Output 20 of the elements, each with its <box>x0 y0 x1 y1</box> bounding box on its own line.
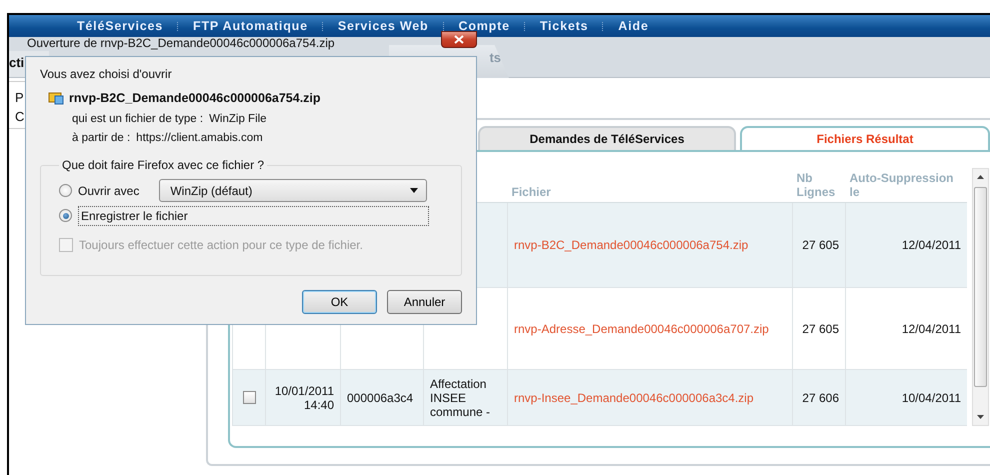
panel-text: C <box>15 108 24 126</box>
table-cell: 12/04/2011 <box>902 322 961 336</box>
file-type-label: qui est un fichier de type : <box>72 112 204 127</box>
table-cell: 10/04/2011 <box>902 390 961 404</box>
panel-text: P <box>15 89 24 107</box>
table-cell: 27 605 <box>802 238 839 252</box>
source-url-label: à partir de : <box>72 131 130 146</box>
group-title: Que doit faire Firefox avec ce fichier ? <box>61 158 266 172</box>
table-cell: 27 605 <box>802 322 839 336</box>
table-cell: 10/01/2011 14:40 <box>274 384 334 412</box>
table-cell: 12/04/2011 <box>902 238 961 252</box>
window-title: Ouverture de rnvp-B2C_Demande00046c000006a754.zip <box>26 36 335 50</box>
table-cell: 000006a3c4 <box>347 390 414 404</box>
table-cell: Affectation INSEE commune - <box>430 376 490 418</box>
prompt-text: Vous avez choisi d'ouvrir <box>40 67 173 81</box>
checkbox-label: Toujours effectuer cette action pour ce type de fichier. <box>79 238 363 252</box>
file-type: WinZip File <box>209 112 267 127</box>
file-name: rnvp-B2C_Demande00046c000006a754.zip <box>69 91 321 105</box>
source-url: https://client.amabis.com <box>136 131 263 146</box>
table-cell: 27 606 <box>802 390 839 404</box>
